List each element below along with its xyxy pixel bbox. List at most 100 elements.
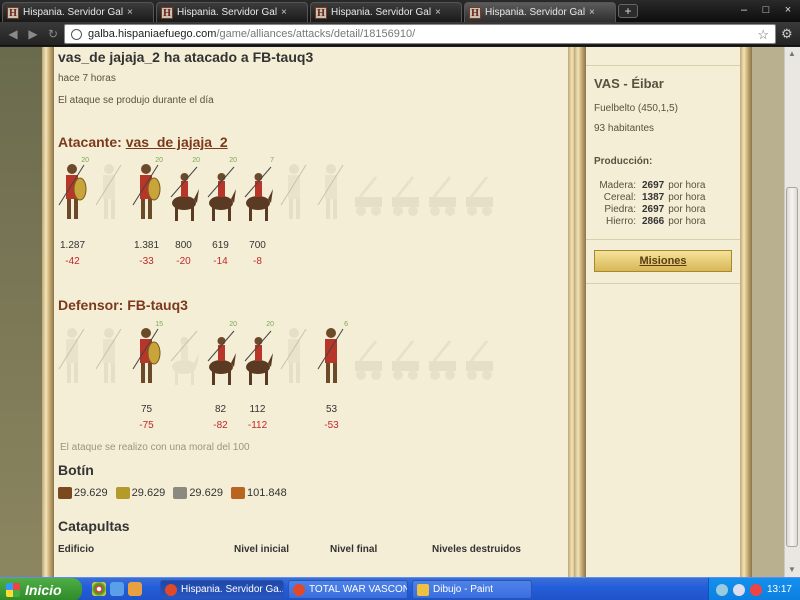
reload-icon[interactable]: ↻ (46, 27, 60, 41)
tab-close-icon[interactable]: × (281, 7, 287, 18)
url-path: /game/alliances/attacks/detail/18156910/ (216, 28, 416, 40)
production-unit: por hora (668, 216, 706, 227)
center-pillar-right (574, 47, 586, 577)
browser-tab[interactable]: H Hispania. Servidor Galba × (310, 2, 462, 22)
cavalry-red-icon: 7 (239, 157, 276, 229)
unit-count: 1.381 (133, 240, 160, 251)
minimize-button[interactable]: – (734, 2, 754, 18)
unit-loss: -53 (324, 420, 339, 431)
task-label: Dibujo - Paint (433, 584, 494, 595)
iron-icon (230, 487, 245, 499)
slinger-icon (91, 157, 128, 229)
loot-item: 101.848 (230, 487, 287, 499)
attacker-heading: Atacante: vas_de jajaja_2 (58, 134, 228, 150)
divider (586, 283, 740, 284)
windows-taskbar: Inicio Hispania. Servidor Ga... TOTAL WA… (0, 577, 800, 600)
scout-icon (276, 321, 313, 393)
defender-label: Defensor: (58, 297, 124, 313)
wagon-icon (461, 321, 498, 393)
tab-close-icon[interactable]: × (127, 7, 133, 18)
scrollbar-thumb[interactable] (786, 187, 798, 547)
bookmark-star-icon[interactable]: ☆ (757, 27, 769, 43)
start-button[interactable]: Inicio (0, 578, 82, 600)
oxen-icon (424, 321, 461, 393)
browser-tab[interactable]: H Hispania. Servidor Galba × (2, 2, 154, 22)
attacker-label: Atacante: (58, 134, 122, 150)
divider (586, 239, 740, 240)
attacker-link[interactable]: vas_de jajaja_2 (126, 134, 228, 150)
unit-loss: -82 (213, 420, 228, 431)
chrome-icon (165, 583, 177, 596)
media-quicklaunch-icon[interactable] (128, 582, 142, 596)
catapult-icon (387, 157, 424, 229)
tab-title: Hispania. Servidor Galba (331, 7, 431, 18)
production-value: 2866 (642, 216, 665, 227)
background-landscape (0, 47, 42, 577)
security-alert-icon[interactable] (749, 583, 762, 596)
page-scrollbar[interactable]: ▲ ▼ (784, 47, 800, 577)
unit-loss: -20 (176, 256, 191, 267)
col-levels-destroyed: Niveles destruidos (432, 544, 521, 555)
tab-title: Hispania. Servidor Galba (485, 7, 585, 18)
ram-icon (350, 321, 387, 393)
tab-title: Hispania. Servidor Galba (177, 7, 277, 18)
production-unit: por hora (668, 180, 706, 191)
url-text: galba.hispaniaefuego.com/game/alliances/… (88, 28, 415, 40)
defender-name[interactable]: FB-tauq3 (127, 297, 188, 313)
production-list: Madera: 2697 por hora Cereal: 1387 por hora Pi… (594, 180, 734, 228)
wrench-menu-icon[interactable]: ⚙ (781, 26, 793, 42)
unit-count: 75 (140, 404, 153, 415)
loot-item: 29.629 (58, 487, 108, 499)
address-bar[interactable]: galba.hispaniaefuego.com/game/alliances/… (64, 24, 776, 44)
loot-item: 29.629 (173, 487, 223, 499)
paint-icon (417, 583, 429, 596)
left-pillar (42, 47, 54, 577)
tab-close-icon[interactable]: × (589, 7, 595, 18)
unit-loss: -75 (139, 420, 154, 431)
maximize-button[interactable]: □ (756, 2, 776, 18)
battle-report-panel: vas_de jajaja_2 ha atacado a FB-tauq3 ha… (54, 47, 568, 577)
unit-count: 700 (249, 240, 266, 251)
right-pillar (740, 47, 752, 577)
production-row: Piedra: 2697 por hora (594, 204, 734, 216)
archer-icon (313, 157, 350, 229)
desktop-quicklaunch-icon[interactable] (110, 582, 124, 596)
loot-value: 101.848 (246, 487, 287, 499)
scroll-up-arrow-icon[interactable]: ▲ (787, 49, 797, 59)
taskbar-item-paint[interactable]: Dibujo - Paint (412, 580, 532, 599)
loot-value: 29.629 (189, 487, 223, 499)
unit-count: 1.287 (59, 240, 86, 251)
loot-value: 29.629 (74, 487, 108, 499)
production-value: 1387 (642, 192, 665, 203)
browser-tab-active[interactable]: H Hispania. Servidor Galba × (464, 2, 616, 22)
catapults-heading: Catapultas (58, 518, 130, 534)
network-icon[interactable] (715, 583, 728, 596)
loot-value: 29.629 (131, 487, 166, 499)
production-resource: Hierro: (605, 216, 636, 227)
taskbar-item-browser-2[interactable]: TOTAL WAR VASCON... (288, 580, 408, 599)
col-building: Edificio (58, 544, 95, 555)
page-viewport: vas_de jajaja_2 ha atacado a FB-tauq3 ha… (0, 47, 800, 577)
unit-level-badge: 15 (155, 321, 163, 328)
scroll-down-arrow-icon[interactable]: ▼ (787, 565, 797, 575)
unit-count: 619 (212, 240, 229, 251)
legionary-icon: 20 (128, 157, 165, 229)
wheat-icon (115, 487, 130, 499)
close-window-button[interactable]: × (778, 2, 798, 18)
tab-close-icon[interactable]: × (435, 7, 441, 18)
unit-count: 53 (325, 404, 338, 415)
browser-tab[interactable]: H Hispania. Servidor Galba × (156, 2, 308, 22)
new-tab-button[interactable]: + (618, 4, 638, 18)
defender-units: 15 20 20 6 (54, 321, 498, 393)
attacker-units: 20 20 20 20 7 (54, 157, 498, 229)
missions-button[interactable]: Misiones (594, 250, 732, 272)
back-arrow-icon[interactable]: ◀ (6, 27, 20, 41)
production-resource: Madera: (599, 180, 636, 191)
unit-loss: -112 (247, 420, 268, 431)
volume-icon[interactable] (732, 583, 745, 596)
village-coords: Fuelbelto (450,1,5) (594, 103, 678, 114)
forward-arrow-icon[interactable]: ▶ (26, 27, 40, 41)
chrome-quicklaunch-icon[interactable] (92, 582, 106, 596)
taskbar-item-browser[interactable]: Hispania. Servidor Ga... (160, 580, 284, 599)
wood-icon (58, 487, 72, 499)
